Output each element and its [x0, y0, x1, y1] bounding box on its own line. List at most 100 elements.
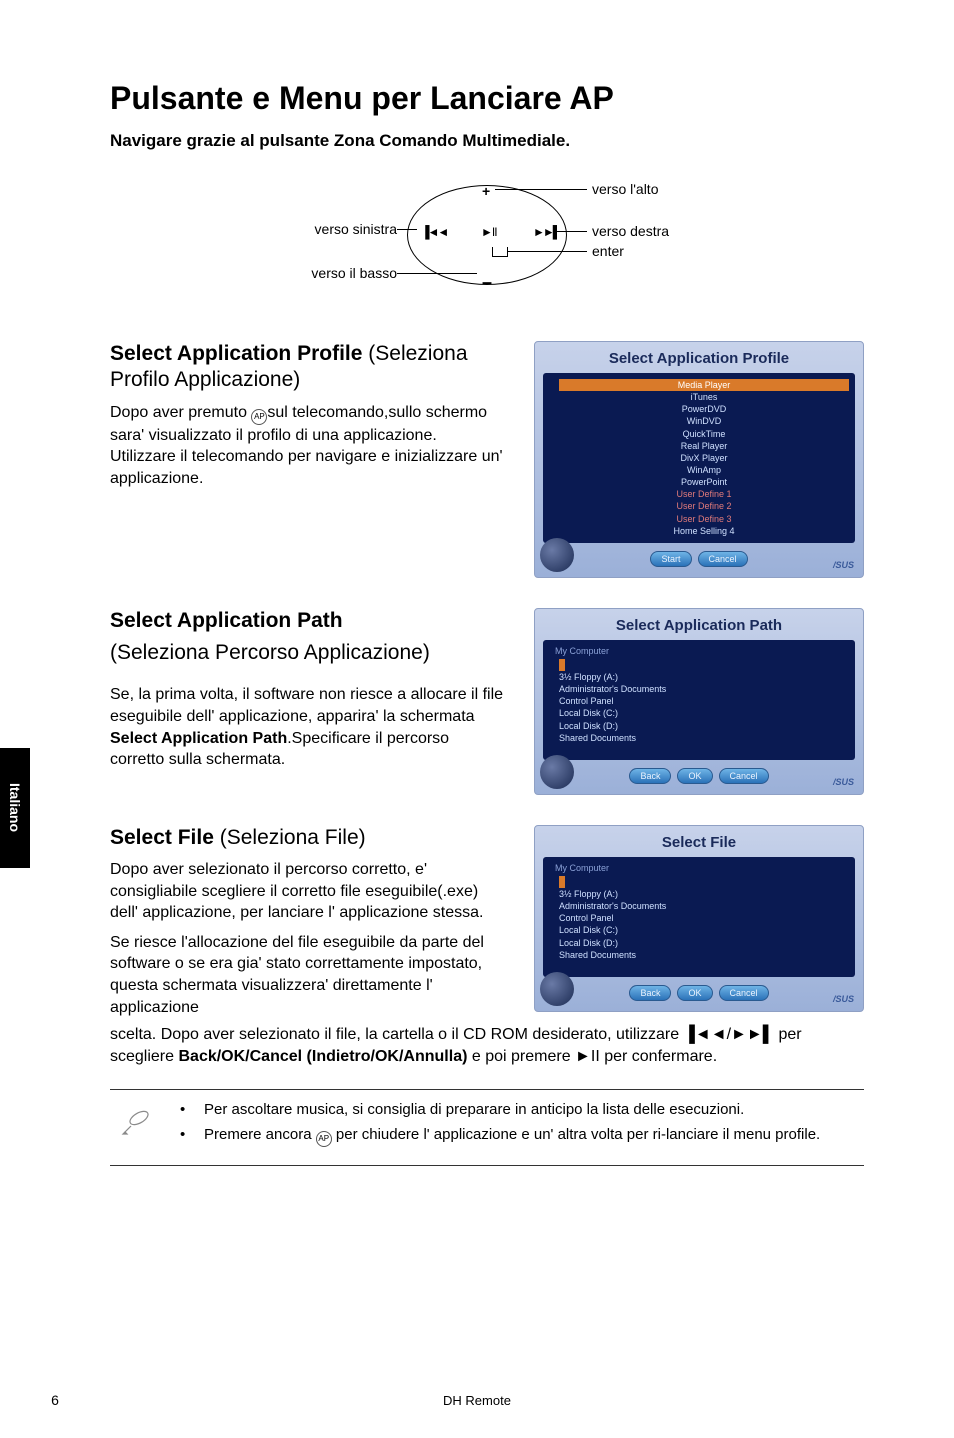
- heading-bold: Select Application Path: [110, 609, 343, 632]
- section-body-full: scelta. Dopo aver selezionato il file, l…: [110, 1024, 864, 1067]
- label-right: verso destra: [592, 223, 669, 239]
- language-tab: Italiano: [0, 748, 30, 868]
- label-enter: enter: [592, 243, 624, 259]
- screenshot-subtitle: My Computer: [555, 646, 849, 656]
- heading-light: (Seleziona Percorso Applicazione): [110, 641, 430, 664]
- list-item: WinAmp: [687, 465, 721, 475]
- list-item: Shared Documents: [559, 950, 636, 960]
- screenshot-title: Select File: [543, 834, 855, 851]
- section-body-file1: Dopo aver selezionato il percorso corret…: [110, 859, 506, 924]
- note-box: • Per ascoltare musica, si consiglia di …: [110, 1089, 864, 1165]
- callout-line: [555, 231, 587, 232]
- screenshot-title: Select Application Profile: [543, 350, 855, 367]
- prev-icon: ▐◄◄: [421, 225, 447, 239]
- list-item: Local Disk (D:): [559, 938, 618, 948]
- enter-indicator: [492, 247, 508, 257]
- next-icon: ►►▌: [731, 1026, 774, 1043]
- ap-button-icon: AP: [251, 409, 267, 425]
- list-item: PowerDVD: [682, 404, 727, 414]
- list-item: Local Disk (C:): [559, 925, 618, 935]
- bullet: •: [180, 1100, 190, 1120]
- label-left: verso sinistra: [267, 221, 397, 237]
- callout-line: [397, 229, 417, 230]
- list-item: Administrator's Documents: [559, 901, 666, 911]
- list-item: DivX Player: [680, 453, 727, 463]
- screenshot-button: Cancel: [719, 768, 769, 784]
- list-item: Home Selling 4: [673, 526, 734, 536]
- play-pause-icon: ►II: [481, 225, 497, 239]
- diagram: + – ▐◄◄ ►II ►►▌ verso l'alto verso destr…: [110, 175, 864, 305]
- pencil-icon: [114, 1100, 158, 1150]
- list-item: Local Disk (C:): [559, 708, 618, 718]
- list-item: Control Panel: [559, 696, 614, 706]
- page-subhead: Navigare grazie al pulsante Zona Comando…: [110, 131, 864, 151]
- label-up: verso l'alto: [592, 181, 658, 197]
- screenshot-list: Media Player iTunes PowerDVD WinDVD Quic…: [549, 379, 849, 537]
- section-body-path: Se, la prima volta, il software non ries…: [110, 684, 506, 770]
- body-bold: Select Application Path: [110, 730, 287, 747]
- heading-light: (Seleziona File): [220, 826, 366, 849]
- footer-title: DH Remote: [110, 1393, 844, 1408]
- screenshot-title: Select Application Path: [543, 617, 855, 634]
- list-item: [559, 659, 565, 671]
- section-heading-file: Select File (Seleziona File): [110, 825, 506, 851]
- note-text: Per ascoltare musica, si consiglia di pr…: [204, 1100, 744, 1120]
- callout-line: [397, 273, 477, 274]
- screenshot-button: OK: [677, 985, 712, 1001]
- screenshot-button: Back: [629, 768, 671, 784]
- screenshot-button: Start: [650, 551, 691, 567]
- page-title: Pulsante e Menu per Lanciare AP: [110, 80, 864, 117]
- list-item: 3½ Floppy (A:): [559, 889, 618, 899]
- list-item: Administrator's Documents: [559, 684, 666, 694]
- list-item: Local Disk (D:): [559, 721, 618, 731]
- list-item: Shared Documents: [559, 733, 636, 743]
- list-item: User Define 3: [676, 514, 731, 524]
- screenshot-profile: Select Application Profile Media Player …: [534, 341, 864, 578]
- label-down: verso il basso: [267, 265, 397, 281]
- screenshot-brand-logo: /SUS: [833, 994, 854, 1004]
- page-number: 6: [0, 1392, 110, 1408]
- callout-line: [507, 251, 587, 252]
- screenshot-button: Cancel: [698, 551, 748, 567]
- list-item: iTunes: [691, 392, 718, 402]
- screenshot-path: Select Application Path My Computer 3½ F…: [534, 608, 864, 795]
- body-text: Dopo aver premuto: [110, 404, 251, 421]
- list-item: 3½ Floppy (A:): [559, 672, 618, 682]
- screenshot-brand-logo: /SUS: [833, 777, 854, 787]
- section-heading-profile: Select Application Profile (Seleziona Pr…: [110, 341, 506, 394]
- list-item: Real Player: [681, 441, 728, 451]
- callout-line: [495, 189, 587, 190]
- screenshot-button: Cancel: [719, 985, 769, 1001]
- list-item: User Define 1: [676, 489, 731, 499]
- heading-bold: Select Application Profile: [110, 342, 368, 365]
- bullet: •: [180, 1125, 190, 1147]
- screenshot-file: Select File My Computer 3½ Floppy (A:) A…: [534, 825, 864, 1012]
- body-text: Se, la prima volta, il software non ries…: [110, 686, 503, 725]
- body-text: per confermare.: [600, 1048, 717, 1065]
- list-item: PowerPoint: [681, 477, 727, 487]
- screenshot-corner-graphic: [540, 755, 574, 789]
- section-body-profile: Dopo aver premuto APsul telecomando,sull…: [110, 402, 506, 490]
- body-text: scelta. Dopo aver selezionato il file, l…: [110, 1026, 684, 1043]
- list-item: Media Player: [559, 379, 849, 391]
- note-post: per chiudere l' applicazione e un' altra…: [332, 1126, 820, 1143]
- list-item: QuickTime: [683, 429, 726, 439]
- plus-symbol: +: [482, 183, 490, 199]
- note-text: Premere ancora AP per chiudere l' applic…: [204, 1125, 820, 1147]
- list-item: WinDVD: [687, 416, 722, 426]
- body-bold: Back/OK/Cancel (Indietro/OK/Annulla): [178, 1048, 467, 1065]
- screenshot-corner-graphic: [540, 972, 574, 1006]
- screenshot-brand-logo: /SUS: [833, 560, 854, 570]
- play-pause-icon: ►II: [575, 1048, 600, 1065]
- page-footer: 6 DH Remote: [0, 1392, 954, 1408]
- section-subheading-path: (Seleziona Percorso Applicazione): [110, 640, 506, 666]
- note-pre: Premere ancora: [204, 1126, 316, 1143]
- minus-symbol: –: [482, 272, 492, 293]
- list-item: User Define 2: [676, 501, 731, 511]
- list-item: [559, 876, 565, 888]
- section-heading-path: Select Application Path: [110, 608, 506, 634]
- body-text: e poi premere: [467, 1048, 575, 1065]
- screenshot-corner-graphic: [540, 538, 574, 572]
- section-body-file2: Se riesce l'allocazione del file eseguib…: [110, 932, 506, 1018]
- screenshot-button: OK: [677, 768, 712, 784]
